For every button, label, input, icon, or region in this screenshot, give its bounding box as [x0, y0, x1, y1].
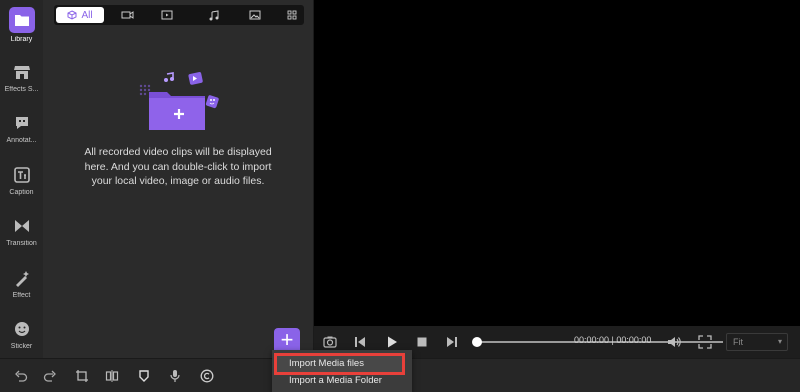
microphone-icon[interactable] — [168, 369, 182, 383]
zoom-fit-select[interactable]: Fit ▾ — [726, 333, 788, 351]
music-note-icon — [209, 9, 219, 20]
image-icon — [249, 10, 261, 20]
import-media-folder-item[interactable]: Import a Media Folder — [272, 372, 412, 390]
sidebar-item-label: Effect — [12, 292, 31, 299]
folder-icon — [8, 7, 35, 33]
empty-library-illustration — [139, 72, 219, 130]
sidebar-item-label: Sticker — [10, 343, 33, 350]
crop-icon[interactable] — [75, 369, 89, 383]
sticker-icon — [14, 322, 29, 336]
grid-icon — [287, 10, 297, 20]
next-frame-icon[interactable] — [444, 334, 460, 350]
transition-icon — [14, 220, 29, 232]
split-icon[interactable] — [105, 369, 119, 383]
sidebar-item-label: Library — [10, 36, 33, 43]
playback-time: 00:00:00 | 00:00:00 — [574, 335, 652, 345]
sidebar-item-sticker[interactable]: Sticker — [0, 319, 43, 350]
tab-image[interactable] — [240, 7, 270, 23]
tab-more[interactable] — [281, 7, 303, 23]
empty-library-message: All recorded video clips will be display… — [84, 146, 272, 187]
sidebar-item-label: Annotat... — [6, 137, 37, 144]
copyright-icon[interactable] — [200, 369, 214, 383]
sidebar-item-effect[interactable]: Effect — [0, 268, 43, 299]
fullscreen-icon[interactable] — [697, 334, 713, 350]
play-screen-icon — [161, 10, 173, 20]
undo-icon[interactable] — [14, 369, 28, 383]
play-icon[interactable] — [384, 334, 400, 350]
sidebar-item-effects-store[interactable]: Effects S... — [0, 62, 43, 93]
sidebar-item-label: Transition — [6, 240, 37, 247]
playback-scrubber-handle[interactable] — [472, 337, 482, 347]
redo-icon[interactable] — [43, 369, 57, 383]
chevron-down-icon: ▾ — [777, 337, 782, 346]
sidebar-item-label: Caption — [9, 189, 34, 196]
store-icon — [13, 66, 30, 79]
stop-icon[interactable] — [414, 334, 430, 350]
volume-icon[interactable] — [666, 334, 682, 350]
import-menu: Import Media files Import a Media Folder — [272, 350, 412, 392]
magic-wand-icon — [15, 271, 29, 287]
cube-icon — [67, 10, 77, 20]
zoom-fit-value: Fit — [733, 337, 743, 347]
sidebar-item-label: Effects S... — [4, 86, 39, 93]
tool-rail: Library Effects S... Annotat... Caption … — [0, 0, 43, 358]
tab-video[interactable] — [112, 7, 142, 23]
snapshot-icon[interactable] — [322, 334, 338, 350]
tab-screen[interactable] — [152, 7, 182, 23]
tab-audio[interactable] — [199, 7, 229, 23]
caption-icon — [13, 167, 30, 183]
sidebar-item-library[interactable]: Library — [0, 7, 43, 43]
media-type-tabs: All — [54, 5, 304, 25]
sidebar-item-caption[interactable]: Caption — [0, 165, 43, 196]
previous-frame-icon[interactable] — [352, 334, 368, 350]
sidebar-item-annotation[interactable]: Annotat... — [0, 113, 43, 144]
tab-all-label: All — [81, 9, 93, 21]
video-preview[interactable] — [314, 0, 800, 326]
tab-all[interactable]: All — [56, 7, 104, 23]
media-library-panel: All All recorded video clips will be dis… — [43, 0, 313, 358]
sidebar-item-transition[interactable]: Transition — [0, 216, 43, 247]
import-media-files-item[interactable]: Import Media files — [274, 353, 405, 375]
annotation-icon — [15, 117, 28, 129]
marker-shield-icon[interactable] — [137, 369, 151, 383]
video-camera-icon — [121, 11, 133, 19]
